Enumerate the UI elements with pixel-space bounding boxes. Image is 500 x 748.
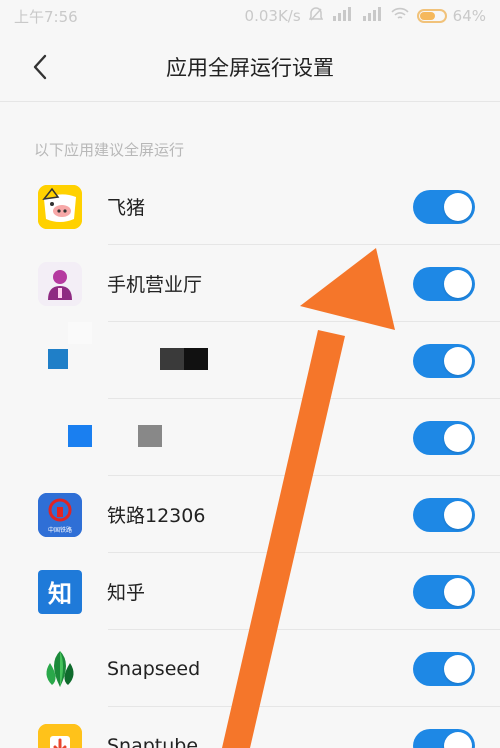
toggle-knob [444, 577, 472, 606]
fullscreen-toggle[interactable] [413, 497, 475, 532]
toggle-knob [444, 346, 472, 375]
app-name: Snaptube [107, 734, 199, 748]
battery-indicator: 64% [416, 7, 486, 25]
fullscreen-toggle[interactable] [413, 728, 475, 748]
toggle-knob [444, 269, 472, 298]
toggle-knob [444, 500, 472, 529]
app-row-snapseed: Snapseed [0, 630, 500, 707]
app-row-redacted [0, 322, 500, 399]
app-row-zhihu: 知 知乎 [0, 553, 500, 630]
toggle-knob [444, 731, 472, 748]
redaction-block [138, 425, 162, 447]
back-button[interactable] [20, 49, 60, 85]
status-bar: 上午7:56 0.03K/s 64% [0, 0, 500, 32]
snaptube-app-icon [38, 723, 82, 748]
fullscreen-toggle[interactable] [413, 343, 475, 378]
wifi-icon [391, 7, 409, 25]
redaction-block [160, 348, 184, 370]
section-label: 以下应用建议全屏运行 [34, 141, 185, 159]
status-indicators: 0.03K/s 64% [245, 6, 486, 26]
battery-fill [419, 12, 435, 20]
fullscreen-toggle[interactable] [413, 266, 475, 301]
mobile-hall-app-icon [38, 261, 82, 306]
railway-12306-app-icon: 中国铁路 [38, 492, 82, 537]
toggle-knob [444, 192, 472, 221]
signal-icon [361, 6, 383, 26]
app-row-mobile-hall: 手机营业厅 [0, 245, 500, 322]
app-icon-caption: 中国铁路 [48, 526, 72, 534]
header: 应用全屏运行设置 [0, 32, 500, 102]
toggle-knob [444, 423, 472, 452]
redaction-block [184, 348, 208, 370]
status-time: 上午7:56 [14, 7, 78, 26]
fliggy-app-icon [38, 184, 82, 229]
app-name: Snapseed [107, 657, 201, 680]
app-row-snaptube: Snaptube [0, 707, 500, 748]
signal-icon [331, 6, 353, 26]
app-name: 铁路12306 [107, 505, 206, 527]
zhihu-app-icon: 知 [38, 569, 82, 614]
app-row-fliggy: 飞猪 [0, 168, 500, 245]
page-title: 应用全屏运行设置 [166, 55, 334, 80]
fullscreen-toggle[interactable] [413, 651, 475, 686]
app-name: 知乎 [107, 582, 146, 604]
fullscreen-toggle[interactable] [413, 189, 475, 224]
redaction-block [48, 349, 68, 369]
battery-icon [416, 9, 447, 23]
snapseed-app-icon [38, 647, 82, 691]
app-name: 飞猪 [107, 197, 146, 219]
network-speed: 0.03K/s [244, 7, 301, 25]
app-name: 手机营业厅 [107, 274, 203, 296]
app-list: 飞猪 手机营业厅 中国铁路 铁路12306 知 知乎 Snapseed Snap… [0, 168, 500, 748]
app-row-railway-12306: 中国铁路 铁路12306 [0, 476, 500, 553]
fullscreen-toggle[interactable] [413, 420, 475, 455]
battery-percent: 64% [452, 7, 486, 25]
fullscreen-toggle[interactable] [413, 574, 475, 609]
toggle-knob [444, 654, 472, 683]
app-icon-text: 知 [48, 580, 72, 608]
app-row-redacted [0, 399, 500, 476]
redaction-block [68, 425, 92, 447]
alarm-icon [308, 6, 323, 26]
chevron-left-icon [33, 54, 47, 80]
redaction-block [68, 322, 92, 344]
